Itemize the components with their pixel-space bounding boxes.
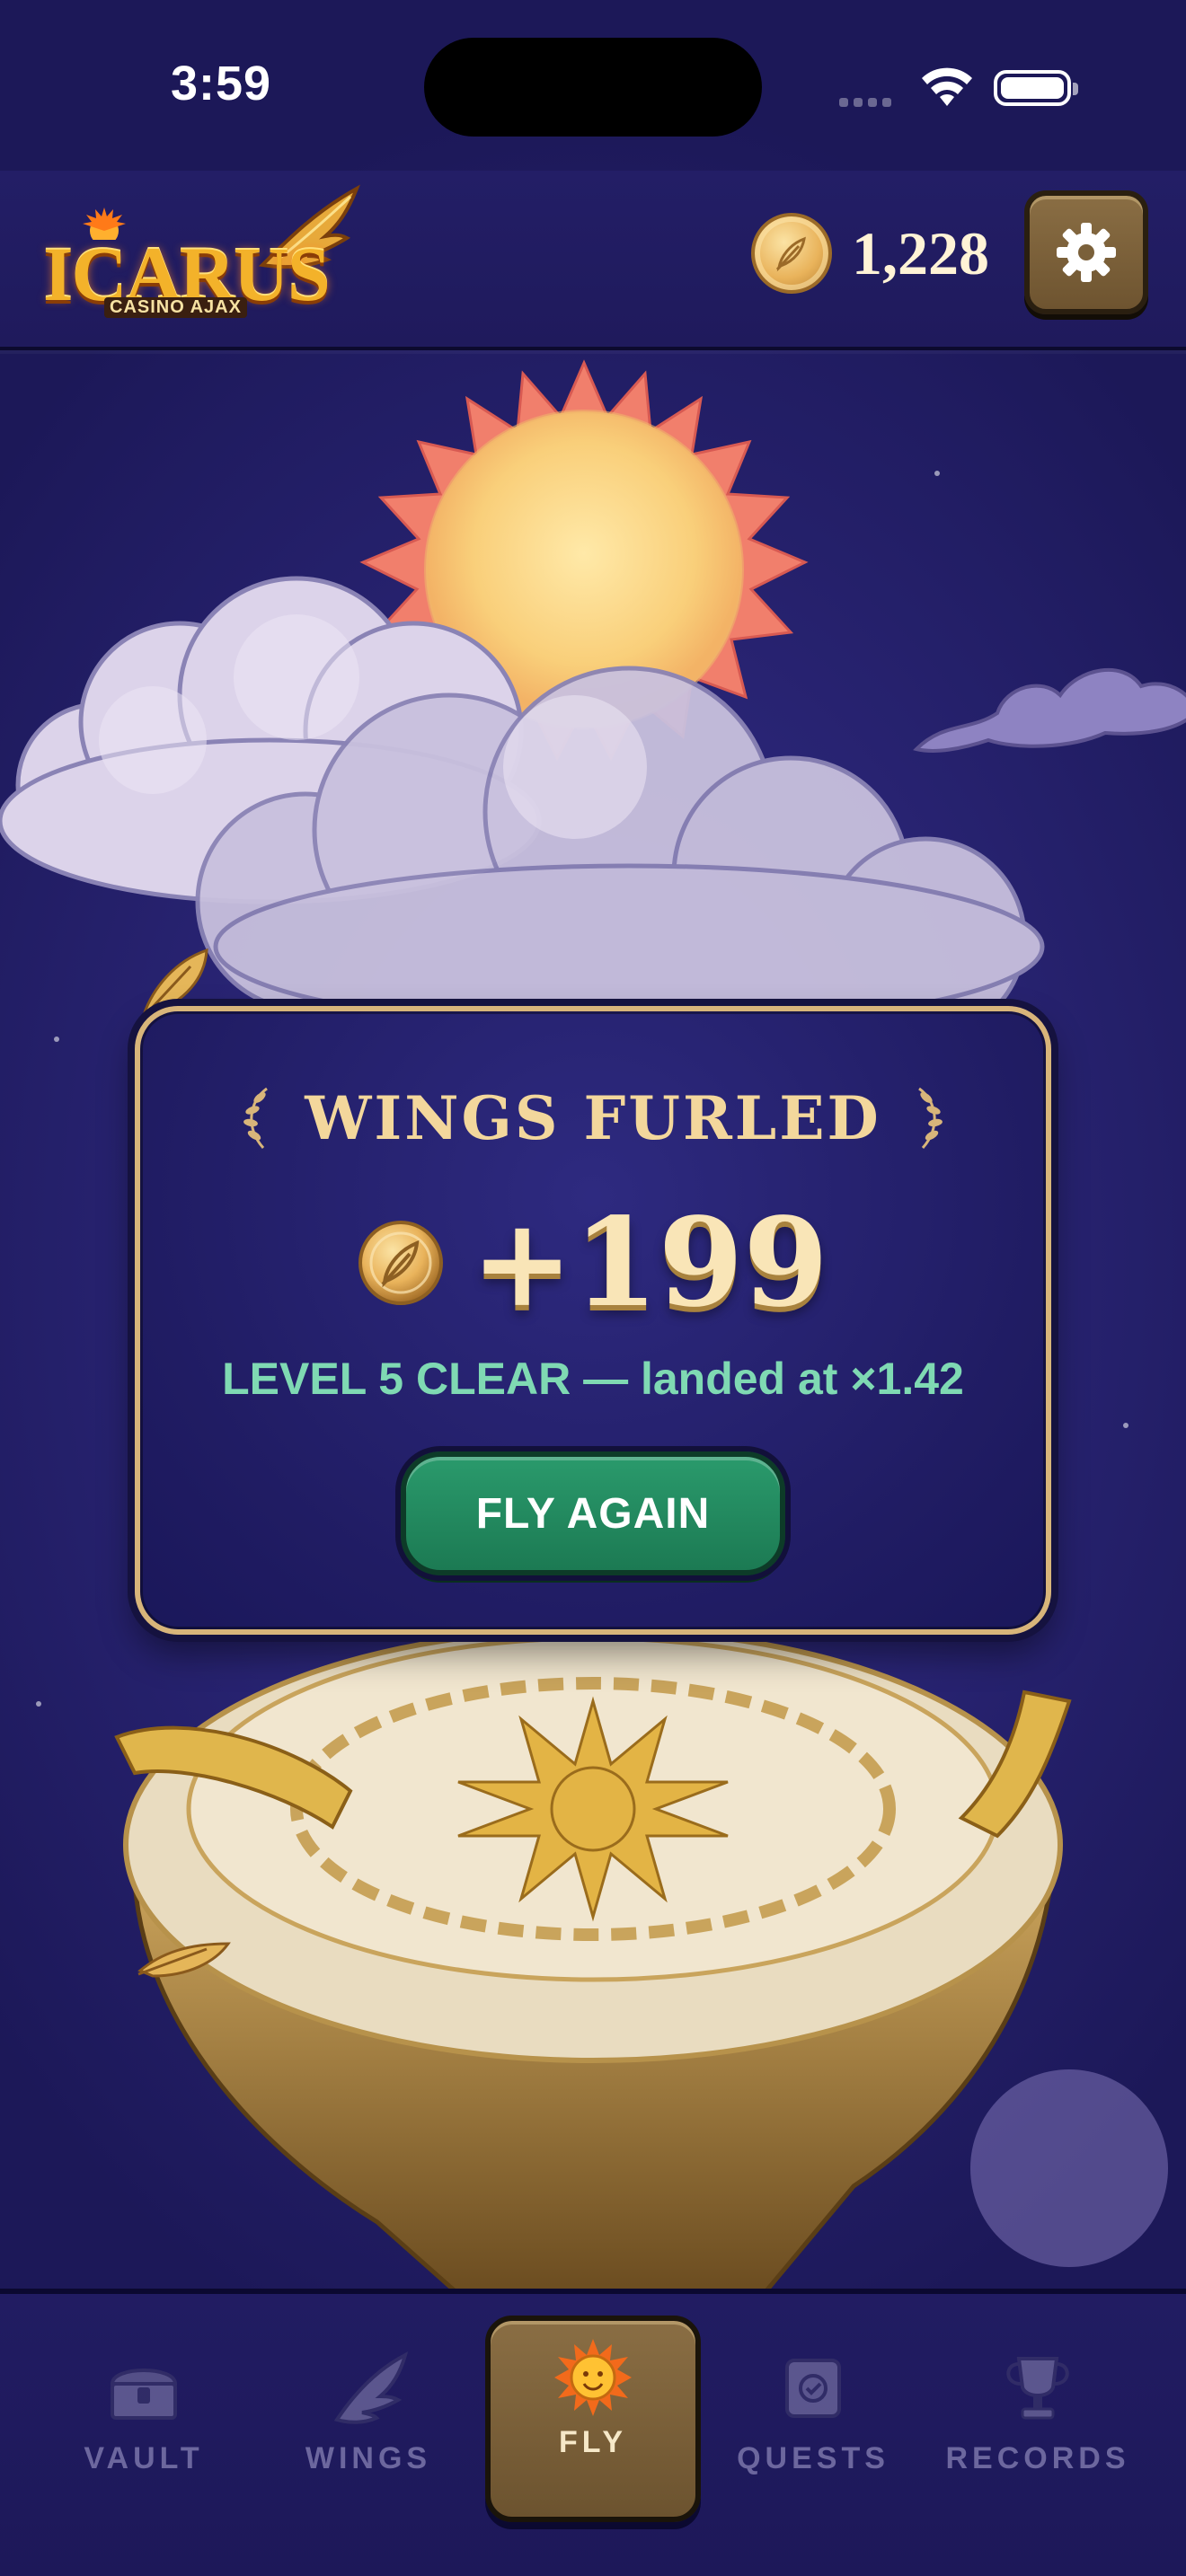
laurel-left-icon	[243, 1087, 269, 1150]
small-cloud-icon	[970, 2069, 1168, 2267]
feather-icon	[775, 236, 806, 272]
tab-fly[interactable]: FLY	[485, 2316, 701, 2522]
coin-icon	[358, 1221, 444, 1305]
sun-face-icon	[554, 2339, 632, 2416]
small-cloud-icon	[913, 667, 1186, 753]
dynamic-island	[424, 38, 762, 137]
tab-label: WINGS	[305, 2441, 432, 2475]
trophy-icon	[1006, 2357, 1069, 2420]
laurel-right-icon	[917, 1087, 943, 1150]
star	[934, 471, 940, 476]
result-title: WINGS FURLED	[305, 1083, 881, 1153]
wifi-icon	[922, 67, 972, 106]
tab-wings[interactable]: WINGS	[270, 2348, 467, 2510]
logo-subtitle: CASINO AJAX	[104, 297, 247, 318]
coin-balance: 1,228	[751, 212, 989, 295]
star	[1123, 1423, 1128, 1428]
game-screen: 3:59 ICARUS CASINO AJAX 1,228 WINGS FURL…	[0, 0, 1186, 2576]
gear-icon	[1057, 223, 1116, 282]
status-time: 3:59	[171, 57, 272, 110]
tab-label: RECORDS	[945, 2441, 1130, 2475]
golden-feather-icon	[137, 1942, 231, 1978]
star	[54, 1037, 59, 1042]
tab-records[interactable]: RECORDS	[939, 2348, 1137, 2510]
wing-icon	[333, 2351, 409, 2424]
result-subtitle: LEVEL 5 CLEAR — landed at ×1.42	[222, 1354, 964, 1404]
reward-row: +199	[140, 1191, 1046, 1335]
result-title-row: WINGS FURLED	[140, 1083, 1046, 1153]
cellular-signal-icon	[839, 93, 897, 110]
bottom-tab-bar: VAULT WINGS FLY QUESTS RECORDS	[0, 2289, 1186, 2576]
coin-balance-value: 1,228	[852, 218, 989, 287]
tab-label: QUESTS	[737, 2441, 890, 2475]
scroll-icon	[785, 2359, 841, 2418]
reward-amount: +199	[471, 1191, 828, 1335]
tab-vault[interactable]: VAULT	[45, 2348, 243, 2510]
tab-label: VAULT	[84, 2441, 204, 2475]
status-bar: 3:59	[0, 0, 1186, 171]
tab-label: FLY	[558, 2425, 628, 2459]
treasure-chest-icon	[110, 2369, 178, 2420]
coin-icon	[751, 213, 832, 294]
tab-quests[interactable]: QUESTS	[714, 2348, 912, 2510]
result-modal: WINGS FURLED +199 LEVEL 5 CLEAR — landed…	[135, 1006, 1051, 1635]
battery-icon	[994, 70, 1078, 106]
star	[36, 1701, 41, 1707]
icarus-logo[interactable]: ICARUS CASINO AJAX	[40, 184, 360, 328]
fly-again-button[interactable]: FLY AGAIN	[401, 1451, 785, 1575]
settings-button[interactable]	[1024, 190, 1148, 314]
